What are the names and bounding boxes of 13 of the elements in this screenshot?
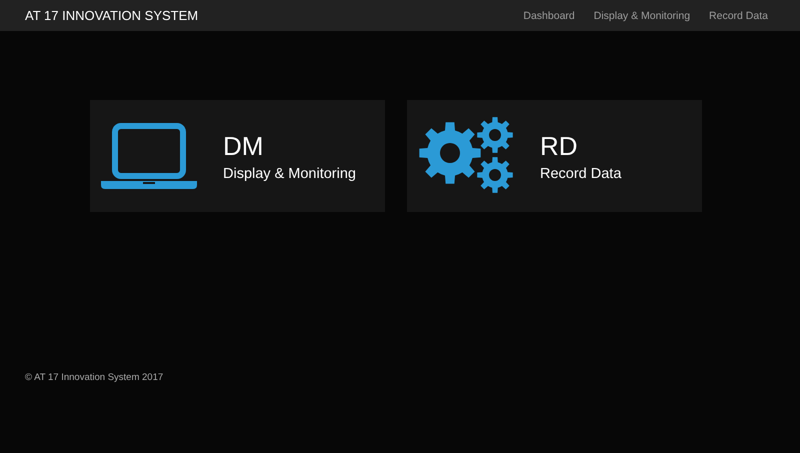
nav-link[interactable]: Dashboard	[523, 10, 575, 22]
brand-title[interactable]: AT 17 INNOVATION SYSTEM	[25, 8, 198, 23]
card-code: RD	[540, 130, 579, 162]
nav-link[interactable]: Record Data	[709, 10, 768, 22]
footer-text: © AT 17 Innovation System 2017	[24, 372, 164, 383]
card-label: Display & Monitoring	[223, 166, 356, 182]
gears-icon	[418, 117, 514, 195]
card-label: Record Data	[540, 166, 622, 182]
card[interactable]: DM Display & Monitoring	[90, 100, 385, 212]
laptop-icon	[101, 123, 197, 189]
card[interactable]: RD Record Data	[407, 100, 702, 212]
nav-link[interactable]: Display & Monitoring	[594, 10, 690, 22]
card-code: DM	[223, 130, 264, 162]
